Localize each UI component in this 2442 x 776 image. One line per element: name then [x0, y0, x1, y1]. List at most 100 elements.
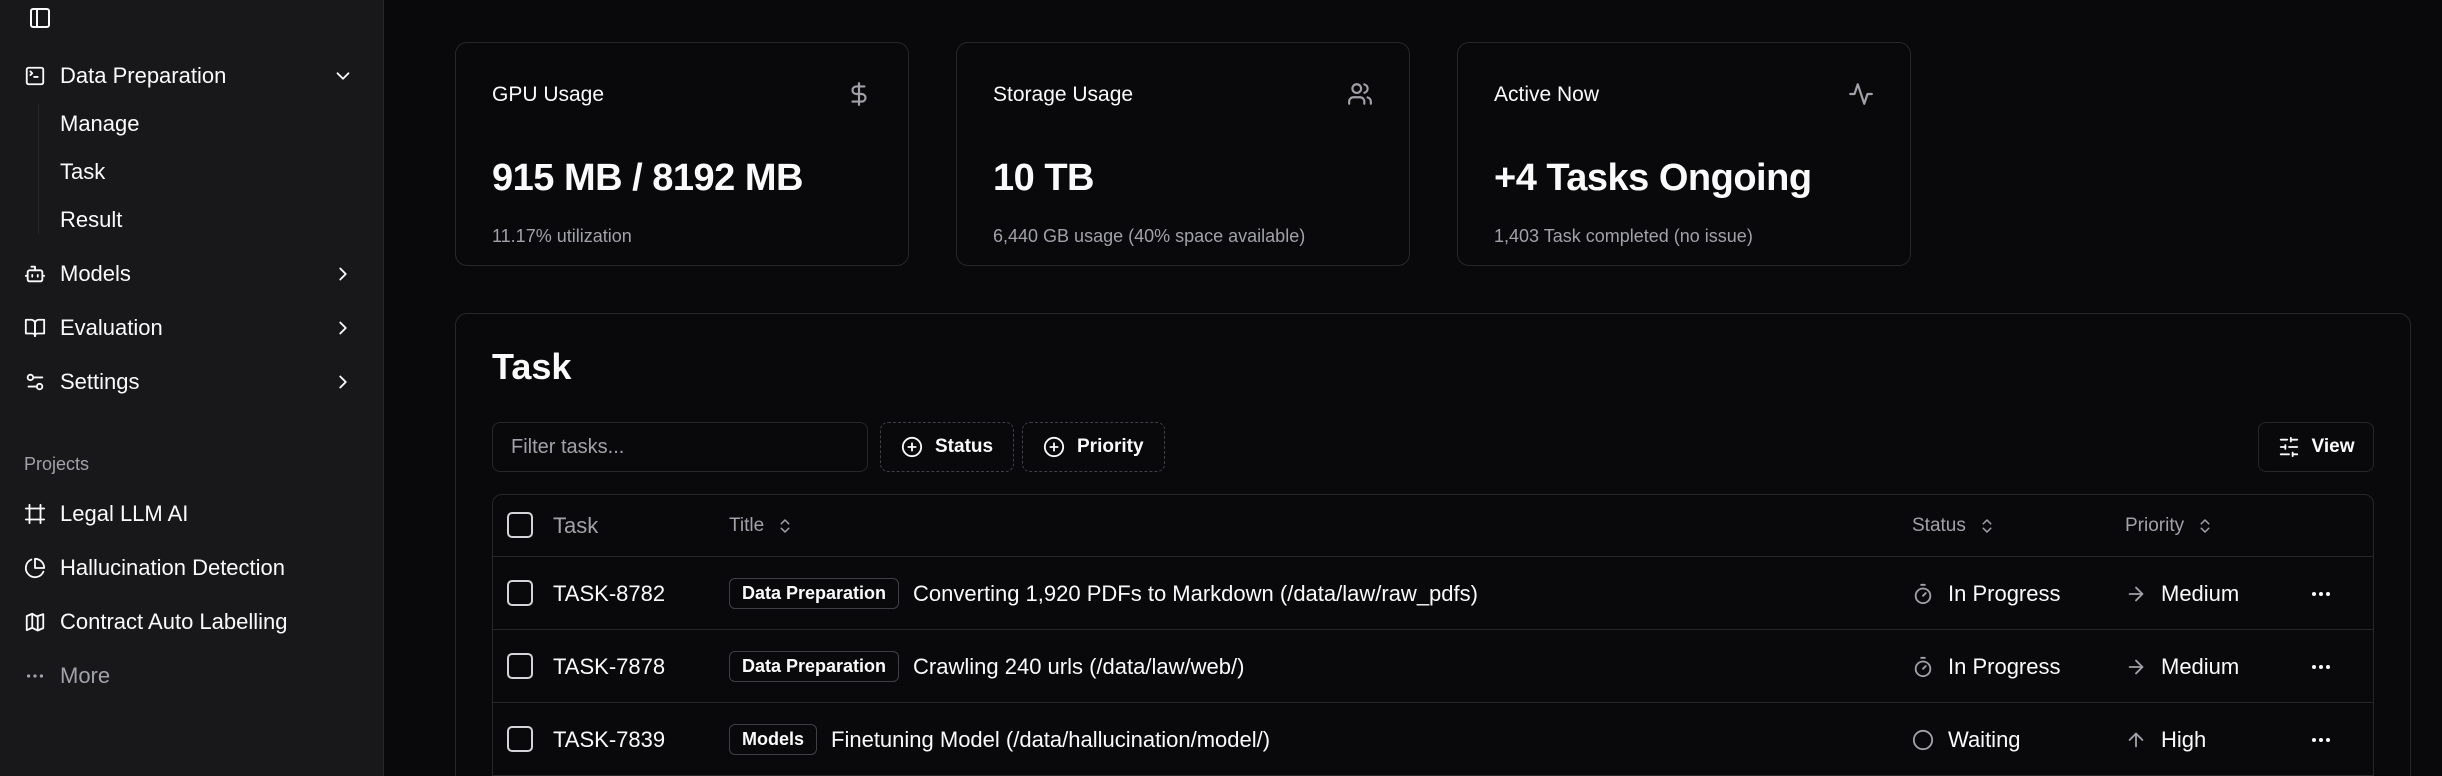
chevron-down-icon: [332, 65, 354, 87]
status-filter-button[interactable]: Status: [880, 422, 1015, 472]
card-title: GPU Usage: [492, 83, 605, 106]
task-title-cell: Models Finetuning Model (/data/hallucina…: [729, 703, 1270, 776]
more-label: More: [60, 663, 111, 688]
pie-chart-icon: [24, 557, 46, 579]
task-priority: Medium: [2161, 580, 2240, 606]
task-status: In Progress: [1948, 580, 2061, 606]
storage-usage-card: Storage Usage 10 TB 6,440 GB usage (40% …: [956, 42, 1410, 266]
nav-item-data-preparation[interactable]: Data Preparation: [24, 56, 364, 96]
chevrons-up-down-icon: [1978, 517, 1996, 535]
project-item-legal-llm-ai[interactable]: Legal LLM AI: [24, 494, 364, 534]
task-title: Finetuning Model (/data/hallucination/mo…: [831, 726, 1271, 752]
book-open-icon: [24, 317, 46, 339]
table-row[interactable]: TASK-7839 Models Finetuning Model (/data…: [493, 703, 2373, 776]
chevrons-up-down-icon: [2196, 517, 2214, 535]
task-status: Waiting: [1948, 726, 2021, 752]
column-header-title[interactable]: Title: [729, 495, 794, 557]
column-header-status-label: Status: [1912, 515, 1966, 536]
terminal-square-icon: [24, 65, 46, 87]
column-header-status[interactable]: Status: [1912, 495, 1996, 557]
row-actions-icon[interactable]: [2309, 655, 2333, 679]
arrow-right-icon: [2125, 583, 2147, 605]
nav-item-models[interactable]: Models: [24, 254, 364, 294]
priority-filter-label: Priority: [1077, 436, 1144, 457]
task-label-badge: Data Preparation: [729, 578, 900, 609]
chevrons-up-down-icon: [776, 517, 794, 535]
filter-tasks-input[interactable]: [492, 422, 868, 472]
view-label: View: [2311, 436, 2355, 457]
task-status-cell: In Progress: [1912, 557, 2061, 630]
column-header-priority[interactable]: Priority: [2125, 495, 2214, 557]
project-item-label: Contract Auto Labelling: [60, 609, 288, 634]
plus-circle-icon: [901, 436, 923, 458]
dollar-icon: [846, 81, 872, 107]
nav-item-label: Data Preparation: [60, 63, 227, 88]
status-filter-label: Status: [935, 436, 994, 457]
task-status-cell: Waiting: [1912, 703, 2021, 776]
task-priority-cell: Medium: [2125, 630, 2239, 703]
card-subtext: 6,440 GB usage (40% space available): [993, 226, 1306, 246]
task-title-cell: Data Preparation Crawling 240 urls (/dat…: [729, 630, 1244, 703]
task-table: Task Title Status Priority TASK-8782 Dat…: [492, 494, 2374, 776]
row-checkbox[interactable]: [507, 653, 533, 679]
active-now-card: Active Now +4 Tasks Ongoing 1,403 Task c…: [1457, 42, 1911, 266]
card-subtext: 1,403 Task completed (no issue): [1494, 226, 1753, 246]
frame-icon: [24, 503, 46, 525]
task-status: In Progress: [1948, 653, 2061, 679]
card-subtext: 11.17% utilization: [492, 226, 632, 246]
more-horizontal-icon: [24, 665, 46, 687]
task-priority: Medium: [2161, 653, 2240, 679]
task-id: TASK-7839: [553, 726, 666, 752]
task-priority: High: [2161, 726, 2207, 752]
task-title: Converting 1,920 PDFs to Markdown (/data…: [913, 580, 1478, 606]
task-priority-cell: Medium: [2125, 557, 2239, 630]
table-row[interactable]: TASK-8782 Data Preparation Converting 1,…: [493, 557, 2373, 630]
timer-icon: [1912, 583, 1934, 605]
table-row[interactable]: TASK-7878 Data Preparation Crawling 240 …: [493, 630, 2373, 703]
circle-icon: [1912, 729, 1934, 751]
chevron-right-icon: [332, 263, 354, 285]
priority-filter-button[interactable]: Priority: [1022, 422, 1165, 472]
task-label-badge: Data Preparation: [729, 651, 900, 682]
column-header-task: Task: [553, 513, 599, 538]
arrow-up-icon: [2125, 729, 2147, 751]
card-value: 10 TB: [993, 157, 1094, 199]
nav-item-label: Evaluation: [60, 315, 163, 340]
sub-item-task[interactable]: Task: [60, 156, 105, 188]
card-value: +4 Tasks Ongoing: [1494, 157, 1812, 199]
task-priority-cell: High: [2125, 703, 2206, 776]
more-button[interactable]: More: [24, 656, 364, 696]
row-checkbox[interactable]: [507, 726, 533, 752]
timer-icon: [1912, 656, 1934, 678]
row-checkbox[interactable]: [507, 580, 533, 606]
select-all-checkbox[interactable]: [507, 512, 533, 538]
project-item-hallucination-detection[interactable]: Hallucination Detection: [24, 548, 364, 588]
task-status-cell: In Progress: [1912, 630, 2061, 703]
sub-item-manage[interactable]: Manage: [60, 108, 140, 140]
nav-item-settings[interactable]: Settings: [24, 362, 364, 402]
nav-item-evaluation[interactable]: Evaluation: [24, 308, 364, 348]
card-title: Active Now: [1494, 83, 1600, 106]
sidebar-toggle-icon[interactable]: [28, 6, 52, 30]
chevron-right-icon: [332, 371, 354, 393]
task-label-badge: Models: [729, 724, 818, 755]
task-id: TASK-7878: [553, 653, 666, 679]
projects-group-label: Projects: [24, 454, 90, 474]
users-icon: [1347, 81, 1373, 107]
card-value: 915 MB / 8192 MB: [492, 157, 803, 199]
task-title-cell: Data Preparation Converting 1,920 PDFs t…: [729, 557, 1478, 630]
column-header-priority-label: Priority: [2125, 515, 2185, 536]
row-actions-icon[interactable]: [2309, 582, 2333, 606]
project-item-contract-auto-labelling[interactable]: Contract Auto Labelling: [24, 602, 364, 642]
nav-item-label: Settings: [60, 369, 140, 394]
bot-icon: [24, 263, 46, 285]
view-options-button[interactable]: View: [2258, 422, 2374, 472]
sidebar: Data Preparation Manage Task Result Mode…: [0, 0, 384, 776]
activity-icon: [1848, 81, 1874, 107]
table-header: Task Title Status Priority: [493, 495, 2373, 557]
arrow-right-icon: [2125, 656, 2147, 678]
sub-item-result[interactable]: Result: [60, 204, 122, 236]
row-actions-icon[interactable]: [2309, 728, 2333, 752]
card-title: Storage Usage: [993, 83, 1134, 106]
column-header-title-label: Title: [729, 515, 765, 536]
